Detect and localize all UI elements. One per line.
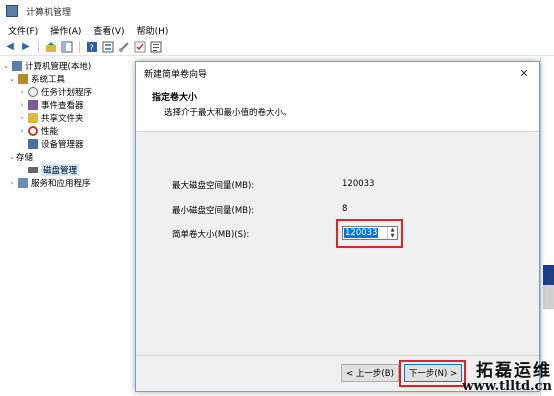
expand-chevron-icon[interactable]: ⌄ <box>8 75 16 83</box>
tree-item-device-manager[interactable]: 设备管理器 <box>18 137 84 150</box>
tools-icon <box>18 73 28 84</box>
help-icon[interactable]: ? <box>86 41 98 53</box>
show-hide-tree-icon[interactable] <box>61 41 73 53</box>
tree-label: 任务计划程序 <box>41 87 93 98</box>
forward-arrow-icon[interactable]: ▶ <box>20 41 32 53</box>
expand-chevron-icon[interactable]: › <box>18 88 26 96</box>
disk-partition-bar <box>543 265 554 285</box>
tree-item-performance[interactable]: › 性能 <box>18 124 58 137</box>
computer-icon <box>12 60 22 71</box>
tree-item-system-tools[interactable]: ⌄ 系统工具 <box>8 72 65 85</box>
tree-item-event-viewer[interactable]: › 事件查看器 <box>18 98 84 111</box>
menu-action[interactable]: 操作(A) <box>50 24 81 37</box>
step-title: 指定卷大小 <box>152 93 198 103</box>
volume-size-label: 简单卷大小(MB)(S): <box>172 230 250 240</box>
menu-view[interactable]: 查看(V) <box>93 24 124 37</box>
tree-label: 系统工具 <box>31 74 66 85</box>
menu-bar: 文件(F) 操作(A) 查看(V) 帮助(H) <box>0 22 554 38</box>
check-icon[interactable] <box>134 41 146 53</box>
services-icon <box>18 177 28 188</box>
toolbar-separator <box>38 40 39 53</box>
window-titlebar: 计算机管理 <box>0 0 554 22</box>
device-manager-icon <box>28 138 38 149</box>
computer-management-icon <box>6 5 18 17</box>
min-space-value: 8 <box>342 204 348 214</box>
dialog-titlebar: 新建简单卷向导 ✕ <box>136 62 539 84</box>
highlight-box <box>336 219 403 248</box>
dialog-header: 指定卷大小 选择介于最大和最小值的卷大小。 <box>136 84 539 132</box>
tree-label: 共享文件夹 <box>41 113 84 124</box>
tree-item-services-applications[interactable]: › 服务和应用程序 <box>8 176 91 189</box>
menu-help[interactable]: 帮助(H) <box>137 24 169 37</box>
svg-text:?: ? <box>90 43 94 52</box>
properties-icon[interactable] <box>102 41 114 53</box>
tree-label: 设备管理器 <box>41 139 84 150</box>
back-arrow-icon[interactable]: ◀ <box>4 41 16 53</box>
disk-partition-bar <box>543 285 554 309</box>
tree-item-shared-folders[interactable]: › 共享文件夹 <box>18 111 84 124</box>
details-pane-edge <box>540 57 554 396</box>
performance-icon <box>28 125 38 136</box>
shared-folder-icon <box>28 112 38 123</box>
expand-chevron-icon[interactable]: › <box>8 179 16 187</box>
toolbar: ◀ ▶ ? <box>0 38 554 56</box>
clock-icon <box>28 86 38 97</box>
back-button[interactable]: < 上一步(B) <box>341 364 399 382</box>
connect-icon[interactable] <box>118 41 130 53</box>
dialog-body: 最大磁盘空间量(MB): 120033 最小磁盘空间量(MB): 8 简单卷大小… <box>136 132 539 357</box>
tree-label: 服务和应用程序 <box>31 178 91 189</box>
tree-label: 性能 <box>41 126 59 137</box>
tree-label: 磁盘管理 <box>41 163 80 176</box>
watermark-url: www.tlltd.cn <box>462 379 552 394</box>
expand-chevron-icon[interactable]: › <box>18 114 26 122</box>
toolbar-separator <box>79 40 80 53</box>
navigation-tree: ⌄ 计算机管理(本地) ⌄ 系统工具 › 任务计划程序 › 事件查看器 › 共享… <box>0 57 134 396</box>
list-view-icon[interactable] <box>150 41 162 53</box>
step-description: 选择介于最大和最小值的卷大小。 <box>164 108 292 118</box>
tree-label: 计算机管理(本地) <box>25 61 92 72</box>
event-viewer-icon <box>28 99 38 110</box>
tree-item-storage[interactable]: ⌄ 存储 <box>8 150 33 163</box>
tree-label: 存储 <box>16 152 34 163</box>
disk-icon <box>28 166 38 173</box>
tree-item-task-scheduler[interactable]: › 任务计划程序 <box>18 85 92 98</box>
expand-chevron-icon[interactable]: ⌄ <box>2 62 10 70</box>
expand-chevron-icon[interactable]: › <box>18 101 26 109</box>
tree-item-computer-management[interactable]: ⌄ 计算机管理(本地) <box>2 59 91 72</box>
menu-file[interactable]: 文件(F) <box>8 24 38 37</box>
up-folder-icon[interactable] <box>45 41 57 53</box>
window-title: 计算机管理 <box>26 7 72 18</box>
dialog-title: 新建简单卷向导 <box>144 69 208 80</box>
close-icon[interactable]: ✕ <box>517 67 531 80</box>
watermark: 拓磊运维 www.tlltd.cn <box>462 356 552 394</box>
max-space-value: 120033 <box>342 179 375 189</box>
tree-item-disk-management[interactable]: 磁盘管理 <box>18 163 80 176</box>
new-simple-volume-wizard: 新建简单卷向导 ✕ 指定卷大小 选择介于最大和最小值的卷大小。 最大磁盘空间量(… <box>135 61 540 392</box>
watermark-brand: 拓磊运维 <box>476 361 552 381</box>
tree-label: 事件查看器 <box>41 100 84 111</box>
highlight-box <box>399 360 466 387</box>
expand-chevron-icon[interactable]: ⌄ <box>8 153 16 161</box>
expand-chevron-icon[interactable]: › <box>18 127 26 135</box>
max-space-label: 最大磁盘空间量(MB): <box>172 181 255 191</box>
min-space-label: 最小磁盘空间量(MB): <box>172 206 255 216</box>
